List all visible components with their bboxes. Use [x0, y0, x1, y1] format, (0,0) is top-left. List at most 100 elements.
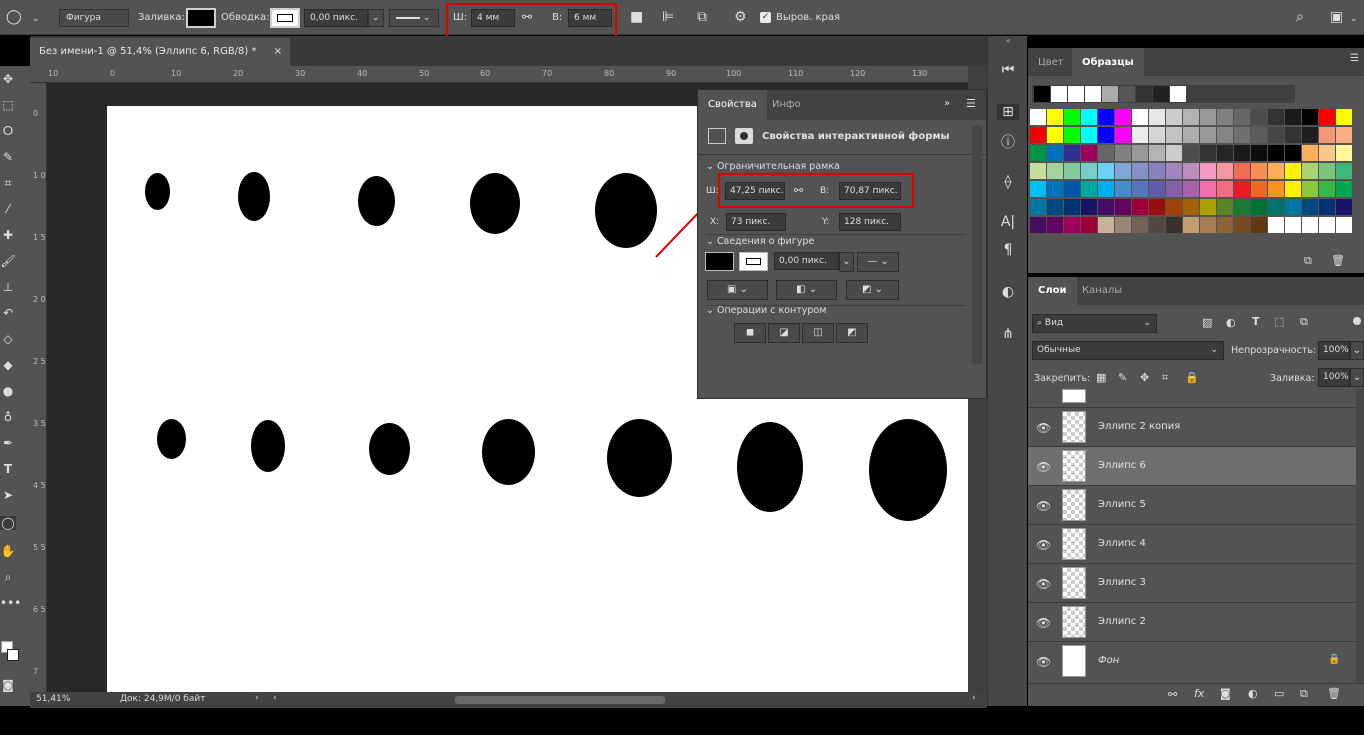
align-edges-checkbox[interactable]: ✓: [760, 12, 771, 23]
properties-icon[interactable]: ⊞: [997, 104, 1019, 120]
quick-select-tool-icon[interactable]: ✎: [0, 150, 16, 164]
swatch[interactable]: [1098, 127, 1114, 143]
swatch[interactable]: [1030, 109, 1046, 125]
swatch[interactable]: [1170, 86, 1186, 102]
swatch[interactable]: [1302, 109, 1318, 125]
swatch[interactable]: [1200, 163, 1216, 179]
swatch[interactable]: [1217, 145, 1233, 161]
swatch[interactable]: [1149, 127, 1165, 143]
paths-icon[interactable]: ⋔: [997, 326, 1019, 342]
lock-pixels-icon[interactable]: ✎: [1118, 371, 1127, 384]
stroke-join-select[interactable]: ◩ ⌄: [846, 280, 899, 300]
swatch[interactable]: [1064, 181, 1080, 197]
filter-toggle[interactable]: [1353, 317, 1361, 325]
shape-stroke-width-input[interactable]: 0,00 пикс.: [774, 252, 839, 270]
eye-icon[interactable]: 👁: [1036, 421, 1051, 435]
ellipse-shape[interactable]: [607, 419, 672, 497]
swatch[interactable]: [1234, 145, 1250, 161]
swatch[interactable]: [1115, 217, 1131, 233]
swatch[interactable]: [1251, 109, 1267, 125]
image-filter-icon[interactable]: ▨: [1202, 316, 1212, 329]
shape-mode-select[interactable]: Фигура: [59, 9, 129, 27]
eye-icon[interactable]: 👁: [1036, 655, 1051, 669]
horizontal-scrollbar-thumb[interactable]: [455, 696, 665, 704]
swatch[interactable]: [1081, 109, 1097, 125]
swatch[interactable]: [1064, 145, 1080, 161]
chevron-left-icon[interactable]: ‹: [273, 693, 277, 703]
trash-icon[interactable]: 🗑: [1331, 254, 1345, 267]
stamp-tool-icon[interactable]: ⊥: [0, 280, 16, 294]
swatch[interactable]: [1047, 163, 1063, 179]
swatch[interactable]: [1030, 181, 1046, 197]
path-select-tool-icon[interactable]: ➤: [0, 488, 16, 502]
swatch[interactable]: [1030, 199, 1046, 215]
swatch[interactable]: [1047, 145, 1063, 161]
collapse-icon[interactable]: «: [1006, 36, 1011, 45]
document-tab[interactable]: Без имени-1 @ 51,4% (Эллипс 6, RGB/8) * …: [30, 38, 290, 66]
swatch[interactable]: [1098, 109, 1114, 125]
tab-properties[interactable]: Свойства: [698, 90, 767, 120]
swatch[interactable]: [1268, 163, 1284, 179]
swatch[interactable]: [1081, 217, 1097, 233]
swatch[interactable]: [1200, 217, 1216, 233]
eye-icon[interactable]: 👁: [1036, 499, 1051, 513]
history-icon[interactable]: ⏮: [997, 62, 1019, 78]
swatch[interactable]: [1081, 145, 1097, 161]
swatch[interactable]: [1217, 127, 1233, 143]
tab-color[interactable]: Цвет: [1028, 48, 1074, 78]
swatch[interactable]: [1149, 199, 1165, 215]
swatch[interactable]: [1149, 217, 1165, 233]
panel-menu-icon[interactable]: ☰: [1350, 53, 1359, 64]
swatch[interactable]: [1217, 217, 1233, 233]
ellipse-tool-icon[interactable]: ◯: [6, 10, 22, 24]
swatch[interactable]: [1136, 86, 1152, 102]
tab-channels[interactable]: Каналы: [1072, 277, 1132, 305]
eye-icon[interactable]: 👁: [1036, 577, 1051, 591]
type-tool-icon[interactable]: T: [0, 462, 16, 476]
opacity-input[interactable]: 100%: [1318, 341, 1350, 360]
swatch[interactable]: [1034, 86, 1050, 102]
blend-mode-select[interactable]: Обычные ⌄: [1032, 341, 1224, 360]
swatch[interactable]: [1234, 199, 1250, 215]
dodge-tool-icon[interactable]: ♁: [0, 410, 16, 424]
adjustments-icon[interactable]: ◐: [997, 284, 1019, 300]
shape-width-input[interactable]: 47,25 пикс.: [725, 182, 785, 200]
tab-swatches[interactable]: Образцы: [1072, 48, 1144, 78]
ellipse-shape[interactable]: [869, 419, 947, 521]
swatch[interactable]: [1200, 199, 1216, 215]
chevron-right-icon[interactable]: ›: [972, 693, 976, 703]
swatch[interactable]: [1166, 109, 1182, 125]
swatch[interactable]: [1251, 163, 1267, 179]
eye-icon[interactable]: 👁: [1036, 616, 1051, 630]
swatch[interactable]: [1030, 163, 1046, 179]
subtract-shape-button[interactable]: ◪: [768, 323, 800, 343]
swatch[interactable]: [1183, 217, 1199, 233]
layers-scrollbar[interactable]: [1356, 389, 1364, 683]
fx-icon[interactable]: fx: [1194, 687, 1204, 700]
swatch[interactable]: [1183, 163, 1199, 179]
tab-layers[interactable]: Слои: [1028, 277, 1077, 305]
shape-info-section[interactable]: ⌄ Сведения о фигуре: [706, 236, 814, 247]
swatch[interactable]: [1064, 109, 1080, 125]
swatch[interactable]: [1115, 163, 1131, 179]
shape-stroke-swatch[interactable]: [739, 252, 768, 271]
workspace-icon[interactable]: ▣: [1330, 10, 1343, 24]
swatch[interactable]: [1234, 163, 1250, 179]
swatch[interactable]: [1030, 217, 1046, 233]
brush-settings-icon[interactable]: ⟠: [997, 174, 1019, 190]
new-swatch-icon[interactable]: ⧉: [1304, 254, 1312, 268]
bucket-tool-icon[interactable]: ◆: [0, 358, 16, 372]
ellipse-shape[interactable]: [369, 423, 410, 475]
crop-tool-icon[interactable]: ⌗: [0, 176, 16, 190]
ellipse-shape[interactable]: [157, 419, 186, 459]
swatch[interactable]: [1285, 127, 1301, 143]
swatch[interactable]: [1234, 109, 1250, 125]
swatch[interactable]: [1183, 199, 1199, 215]
swatch[interactable]: [1166, 163, 1182, 179]
swatch[interactable]: [1217, 109, 1233, 125]
chevron-down-icon[interactable]: ⌄: [1350, 368, 1364, 387]
shape-filter-icon[interactable]: ⬚: [1274, 315, 1284, 328]
swatch[interactable]: [1336, 145, 1352, 161]
swatch[interactable]: [1234, 217, 1250, 233]
swatch[interactable]: [1149, 109, 1165, 125]
